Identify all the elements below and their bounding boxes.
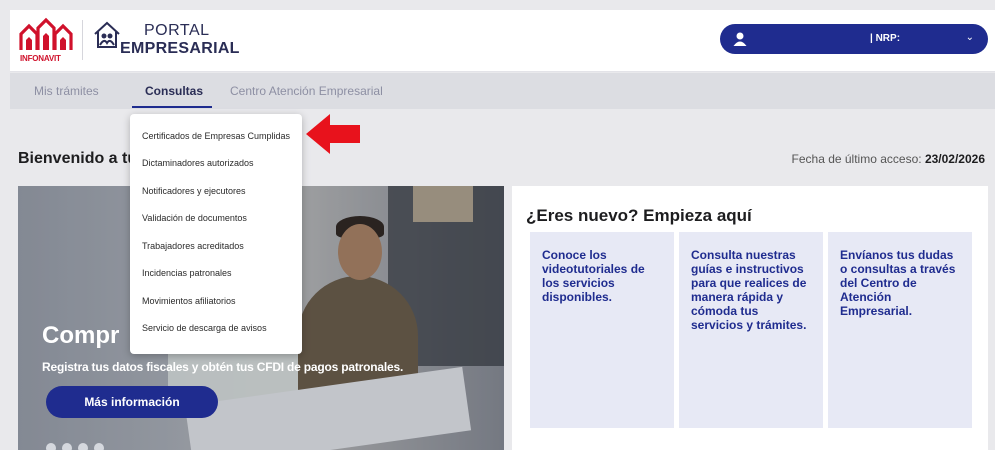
- menu-item-descarga-avisos[interactable]: Servicio de descarga de avisos: [142, 323, 267, 333]
- last-access: Fecha de último acceso: 23/02/2026: [792, 152, 985, 166]
- card-videotutoriales[interactable]: Conoce los videotutoriales de los servic…: [530, 232, 674, 428]
- menu-item-dictaminadores[interactable]: Dictaminadores autorizados: [142, 158, 254, 168]
- infonavit-wordmark: INFONAVIT: [20, 54, 61, 63]
- card-text: Envíanos tus dudas o consultas a través …: [840, 248, 956, 318]
- logo-divider: [82, 20, 83, 60]
- banner-subtitle: Registra tus datos fiscales y obtén tus …: [42, 360, 404, 374]
- tab-mis-tramites[interactable]: Mis trámites: [34, 84, 99, 98]
- last-access-date: 23/02/2026: [924, 152, 985, 166]
- house-people-icon: [94, 21, 120, 48]
- red-arrow-icon: [306, 114, 360, 154]
- chevron-down-icon: ⌄: [965, 32, 974, 43]
- main-nav: Mis trámites Consultas Centro Atención E…: [10, 73, 995, 109]
- menu-item-certificados[interactable]: Certificados de Empresas Cumplidas: [142, 131, 290, 141]
- carousel-dots: [46, 440, 110, 450]
- active-tab-indicator: [132, 106, 212, 108]
- card-text: Consulta nuestras guías e instructivos p…: [691, 248, 807, 332]
- menu-item-trabajadores-acreditados[interactable]: Trabajadores acreditados: [142, 241, 244, 251]
- portal-label: PORTAL: [144, 22, 210, 39]
- empresarial-label: EMPRESARIAL: [120, 40, 240, 57]
- welcome-heading: Bienvenido a tu: [18, 150, 138, 167]
- card-text: Conoce los videotutoriales de los servic…: [542, 248, 645, 304]
- card-guias-instructivos[interactable]: Consulta nuestras guías e instructivos p…: [679, 232, 823, 428]
- menu-item-movimientos-afiliatorios[interactable]: Movimientos afiliatorios: [142, 296, 236, 306]
- header: INFONAVIT PORTAL EMPRESARIAL | NRP: ⌄: [10, 10, 995, 72]
- portal-empresarial-logo[interactable]: PORTAL EMPRESARIAL: [90, 18, 239, 64]
- menu-item-validacion-documentos[interactable]: Validación de documentos: [142, 213, 247, 223]
- menu-item-incidencias-patronales[interactable]: Incidencias patronales: [142, 268, 232, 278]
- tab-consultas[interactable]: Consultas: [145, 84, 203, 98]
- card-centro-atencion[interactable]: Envíanos tus dudas o consultas a través …: [828, 232, 972, 428]
- last-access-label: Fecha de último acceso:: [791, 152, 922, 166]
- carousel-dot[interactable]: [62, 443, 72, 450]
- panel-title: ¿Eres nuevo? Empieza aquí: [526, 206, 752, 225]
- carousel-dot[interactable]: [78, 443, 88, 450]
- menu-item-notificadores[interactable]: Notificadores y ejecutores: [142, 186, 246, 196]
- consultas-dropdown-menu: Certificados de Empresas Cumplidas Dicta…: [130, 114, 302, 354]
- nrp-label: | NRP:: [870, 33, 901, 44]
- infonavit-logo[interactable]: INFONAVIT: [18, 14, 74, 68]
- tab-centro-atencion-empresarial[interactable]: Centro Atención Empresarial: [230, 84, 383, 98]
- mas-informacion-button[interactable]: Más información: [46, 386, 218, 418]
- banner-title: Compr: [42, 322, 120, 349]
- infonavit-houses-icon: [19, 17, 73, 50]
- carousel-dot[interactable]: [46, 443, 56, 450]
- user-icon: [733, 32, 747, 46]
- getting-started-panel: ¿Eres nuevo? Empieza aquí Conoce los vid…: [512, 186, 988, 450]
- user-account-dropdown[interactable]: | NRP: ⌄: [720, 24, 988, 54]
- carousel-dot[interactable]: [94, 443, 104, 450]
